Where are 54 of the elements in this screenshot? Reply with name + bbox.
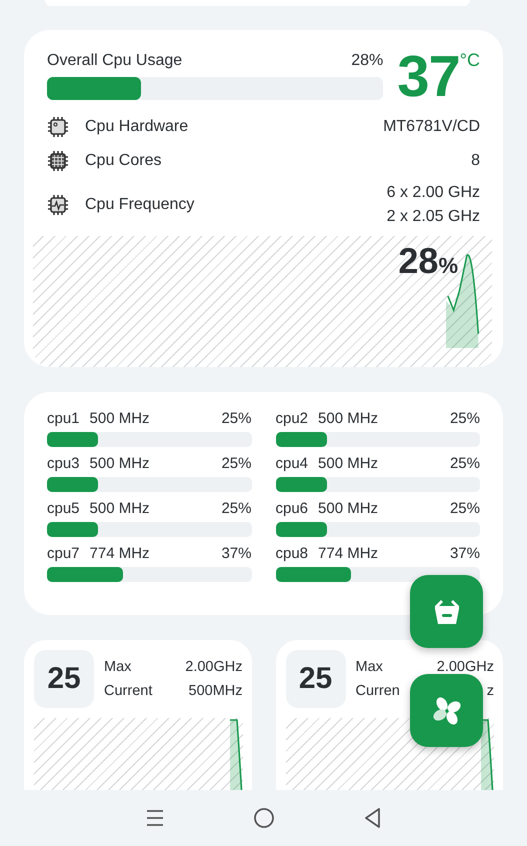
core-frequency: 500 MHz [90,455,150,472]
core-frequency: 500 MHz [90,500,150,517]
basket-button[interactable] [410,575,483,648]
core-frequency: 500 MHz [318,500,378,517]
home-icon[interactable] [252,807,274,829]
max-value: 2.00GHz [184,659,242,675]
core-frequency: 774 MHz [90,545,150,562]
core-name: cpu3 [47,455,80,472]
current-label: Curren [356,683,400,699]
fan-button[interactable] [410,674,483,747]
max-label: Max [104,659,132,675]
chip-icon [47,194,69,216]
spec-value: 2 x 2.05 GHz [386,208,480,226]
core-name: cpu1 [47,410,80,427]
temperature: 37 [397,50,460,104]
core-name: cpu7 [47,545,80,562]
usage-title: Overall Cpu Usage [47,52,182,70]
spec-value: MT6781V/CD [383,118,480,136]
core-usage: 25% [221,410,252,427]
core-usage: 25% [450,410,480,427]
chip-icon [47,150,69,172]
core-name: cpu4 [276,455,308,472]
max-value: 2.00GHz [436,659,494,675]
spec-value: 6 x 2.00 GHz [386,184,480,202]
core-name: cpu2 [276,410,308,427]
core-frequency: 500 MHz [318,455,378,472]
current-label: Current [104,683,152,699]
chip-icon [47,116,69,138]
core-name: cpu8 [276,545,308,562]
core-usage: 25% [450,500,480,517]
core-name: cpu6 [276,500,308,517]
core-usage: 25% [221,500,252,517]
core-number: 25 [34,650,94,708]
sparkline [228,718,242,790]
core-frequency: 500 MHz [318,410,378,427]
core-usage: 25% [450,455,480,472]
core-usage: 37% [221,545,252,562]
spec-label: Cpu Frequency [85,196,196,214]
spec-label: Cpu Hardware [85,118,190,136]
temperature-unit: °C [460,50,480,71]
spec-value: 8 [471,152,480,170]
chart-reading-unit: % [438,253,458,279]
core-number: 25 [286,650,346,708]
core-usage: 37% [450,545,480,562]
current-value: z [486,683,494,699]
core-frequency: 500 MHz [90,410,150,427]
core-usage: 25% [221,455,252,472]
max-label: Max [356,659,384,675]
core-name: cpu5 [47,500,80,517]
current-value: 500MHz [188,683,242,699]
usage-percent: 28% [351,52,384,70]
chart-reading: 28 [398,240,438,282]
spec-label: Cpu Cores [85,152,162,170]
core-frequency: 774 MHz [318,545,378,562]
